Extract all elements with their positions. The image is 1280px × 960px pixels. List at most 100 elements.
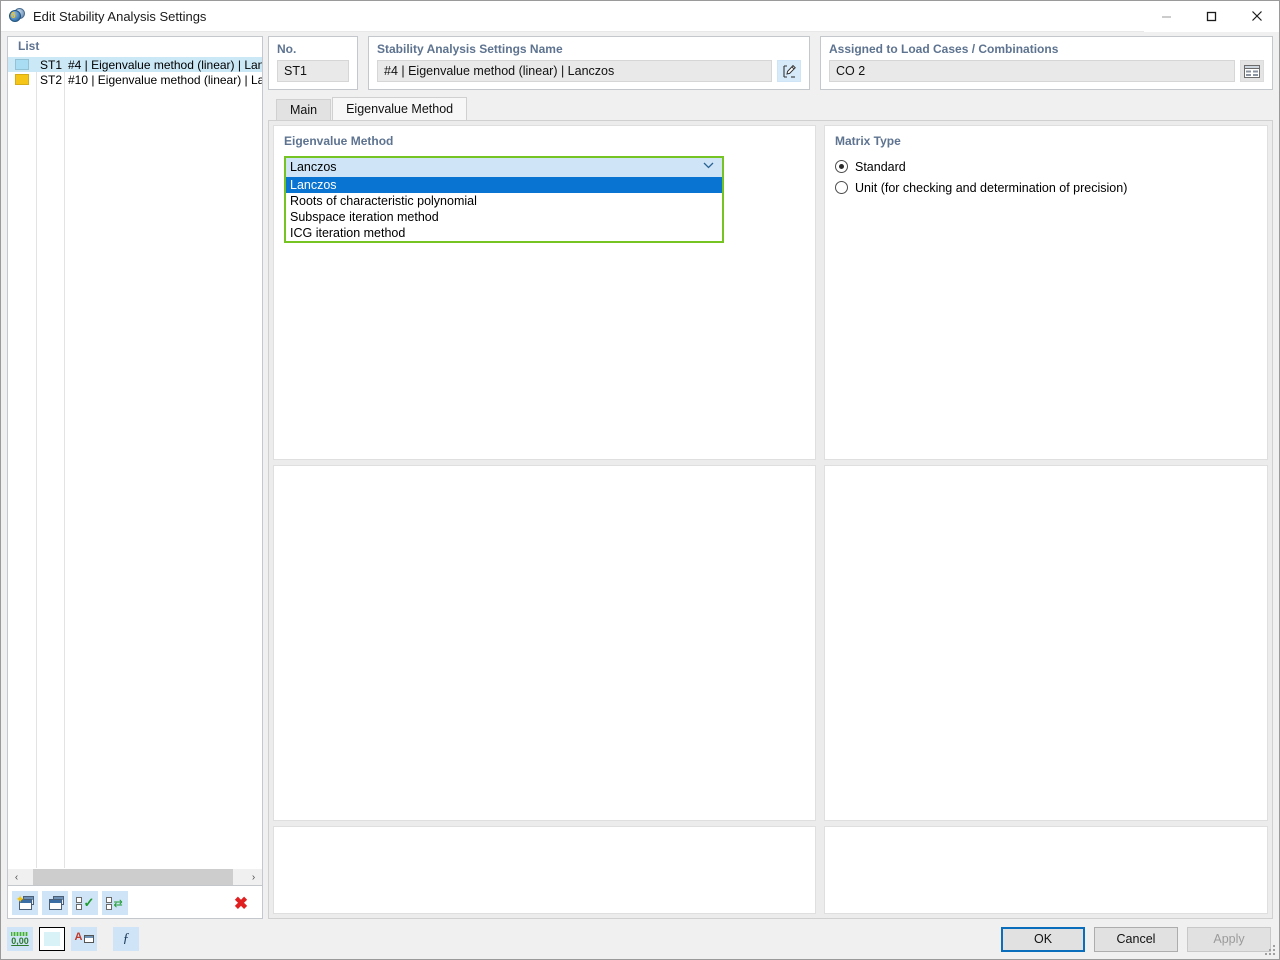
edit-name-icon	[782, 64, 796, 78]
radio-standard-icon[interactable]	[835, 160, 848, 173]
cancel-button[interactable]: Cancel	[1094, 926, 1178, 952]
column-divider-2	[64, 57, 65, 868]
tab-page-eigenvalue-method: Eigenvalue Method Lanczos Lanczos Roots	[268, 120, 1273, 919]
matrix-type-title: Matrix Type	[835, 134, 901, 148]
load-case-picker-icon	[1244, 64, 1260, 78]
load-cases-field-group: Assigned to Load Cases / Combinations CO…	[820, 36, 1273, 90]
refresh-selection-button[interactable]: ⇄	[102, 891, 128, 915]
edit-name-button[interactable]	[777, 60, 801, 82]
new-window-icon: ✦	[16, 894, 34, 911]
dialog-action-buttons: OK Cancel Apply	[1001, 926, 1271, 952]
dialog-window: 6 Edit Stability Analysis Settings List	[0, 0, 1280, 960]
combobox-option-list[interactable]: Lanczos Roots of characteristic polynomi…	[286, 177, 722, 241]
checkbox-refresh-icon: ⇄	[105, 896, 125, 911]
matrix-type-option-standard[interactable]: Standard	[835, 156, 1257, 177]
row-color-cell	[8, 59, 36, 70]
empty-panel-middle-left	[273, 465, 816, 821]
list-header-label: List	[8, 37, 262, 57]
dialog-footer: 0,00 A ƒ OK Cancel Apply	[1, 919, 1279, 959]
select-all-button[interactable]: ✓	[72, 891, 98, 915]
table-row[interactable]: ST1 #4 | Eigenvalue method (linear) | La…	[8, 57, 262, 72]
delete-x-icon: ✖	[233, 893, 249, 913]
content-panel: No. ST1 Stability Analysis Settings Name…	[267, 32, 1279, 919]
color-swatch	[15, 74, 29, 85]
settings-list[interactable]: List ST1 #4 | Eigenvalue method (linear)…	[7, 36, 263, 886]
load-cases-label: Assigned to Load Cases / Combinations	[829, 42, 1059, 56]
close-button[interactable]	[1234, 0, 1279, 32]
copy-settings-button[interactable]	[42, 891, 68, 915]
color-swatch-icon	[44, 932, 60, 946]
panel-row-bottom	[273, 826, 1268, 914]
no-input[interactable]: ST1	[277, 60, 349, 82]
row-color-cell	[8, 74, 36, 85]
window-title: Edit Stability Analysis Settings	[33, 8, 207, 24]
tab-strip: Main Eigenvalue Method	[268, 97, 1273, 120]
color-swatch-button[interactable]	[39, 927, 65, 951]
header-fields: No. ST1 Stability Analysis Settings Name…	[268, 36, 1273, 90]
load-case-picker-button[interactable]	[1240, 60, 1264, 82]
name-input[interactable]: #4 | Eigenvalue method (linear) | Lanczo…	[377, 60, 772, 82]
window-controls	[1144, 0, 1279, 32]
minimize-button[interactable]	[1144, 0, 1189, 32]
ok-button[interactable]: OK	[1001, 926, 1085, 952]
matrix-type-panel: Matrix Type Standard Unit (for checking …	[824, 125, 1268, 460]
matrix-type-option-unit[interactable]: Unit (for checking and determination of …	[835, 177, 1257, 198]
apply-button[interactable]: Apply	[1187, 926, 1271, 952]
maximize-button[interactable]	[1189, 0, 1234, 32]
radio-unit-icon[interactable]	[835, 181, 848, 194]
panel-row-top: Eigenvalue Method Lanczos Lanczos Roots	[273, 125, 1268, 460]
copy-window-icon	[47, 895, 64, 911]
load-cases-input[interactable]: CO 2	[829, 60, 1235, 82]
scroll-right-icon[interactable]: ›	[245, 868, 262, 885]
formula-icon: ƒ	[122, 931, 130, 946]
decimal-places-button[interactable]: 0,00	[7, 927, 33, 951]
combobox-field[interactable]: Lanczos	[286, 158, 722, 177]
radio-unit-label: Unit (for checking and determination of …	[855, 180, 1128, 195]
new-settings-button[interactable]: ✦	[12, 891, 38, 915]
empty-panel-bottom-right	[824, 826, 1268, 914]
resize-grip[interactable]	[1265, 945, 1276, 956]
name-field-group: Stability Analysis Settings Name #4 | Ei…	[368, 36, 810, 90]
color-swatch	[15, 59, 29, 70]
combobox-option[interactable]: Lanczos	[286, 177, 722, 193]
tab-eigenvalue-method[interactable]: Eigenvalue Method	[332, 97, 468, 120]
status-bar-buttons: 0,00 A ƒ	[7, 927, 139, 951]
list-rows: ST1 #4 | Eigenvalue method (linear) | La…	[8, 57, 262, 868]
row-code: ST2	[39, 72, 62, 87]
decimal-places-label: 0,00	[11, 936, 29, 946]
decimal-places-icon: 0,00	[11, 932, 29, 946]
scroll-left-icon[interactable]: ‹	[8, 868, 25, 885]
list-toolbar: ✦ ✓ ⇄ ✖	[7, 886, 263, 919]
list-panel: List ST1 #4 | Eigenvalue method (linear)…	[1, 32, 267, 919]
stability-settings-icon: 6	[8, 7, 26, 25]
table-row[interactable]: ST2 #10 | Eigenvalue method (linear) | L…	[8, 72, 262, 87]
scroll-thumb[interactable]	[33, 868, 233, 885]
empty-panel-bottom-left	[273, 826, 816, 914]
combobox-value: Lanczos	[290, 160, 337, 174]
label-display-icon: A	[75, 931, 94, 947]
combobox-option[interactable]: ICG iteration method	[286, 225, 722, 241]
title-bar: 6 Edit Stability Analysis Settings	[1, 0, 1279, 32]
horizontal-scrollbar[interactable]: ‹ ›	[8, 868, 262, 885]
delete-settings-button[interactable]: ✖	[228, 891, 254, 915]
checkbox-check-icon: ✓	[75, 895, 95, 911]
panel-row-middle	[273, 465, 1268, 821]
eigenvalue-method-combobox[interactable]: Lanczos Lanczos Roots of characteristic …	[284, 156, 724, 243]
eigenvalue-method-title: Eigenvalue Method	[284, 134, 394, 148]
chevron-down-icon[interactable]	[703, 162, 718, 172]
empty-panel-middle-right	[824, 465, 1268, 821]
tab-main[interactable]: Main	[276, 99, 332, 120]
row-code: ST1	[39, 57, 62, 72]
no-label: No.	[277, 42, 297, 56]
row-description: #10 | Eigenvalue method (linear) | Lancz…	[68, 72, 262, 87]
eigenvalue-method-panel: Eigenvalue Method Lanczos Lanczos Roots	[273, 125, 816, 460]
no-field-group: No. ST1	[268, 36, 358, 90]
scroll-track[interactable]	[25, 868, 245, 885]
row-description: #4 | Eigenvalue method (linear) | Lanczo…	[68, 57, 262, 72]
radio-standard-label: Standard	[855, 159, 906, 174]
combobox-option[interactable]: Subspace iteration method	[286, 209, 722, 225]
combobox-option[interactable]: Roots of characteristic polynomial	[286, 193, 722, 209]
formula-button[interactable]: ƒ	[113, 927, 139, 951]
label-display-button[interactable]: A	[71, 927, 97, 951]
dialog-body: List ST1 #4 | Eigenvalue method (linear)…	[1, 32, 1279, 919]
